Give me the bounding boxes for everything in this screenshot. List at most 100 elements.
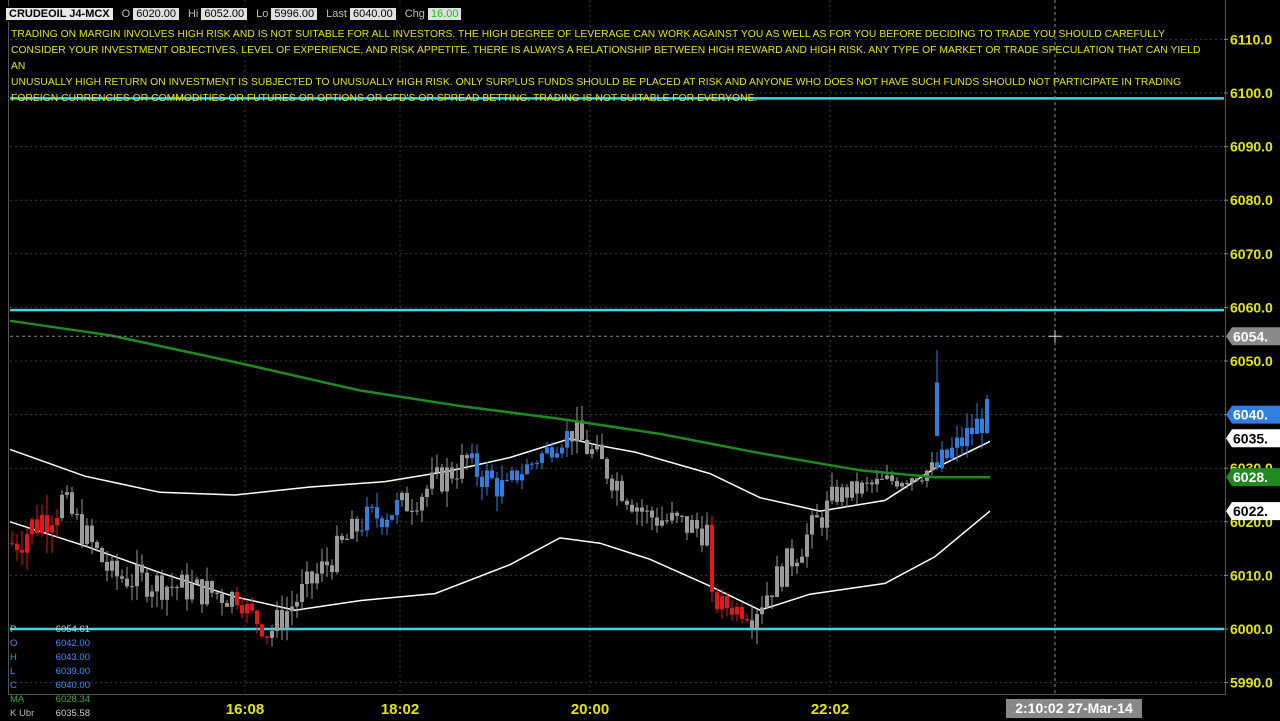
- candle-body: [825, 500, 829, 528]
- candle-body: [390, 515, 394, 520]
- candle-body: [890, 475, 894, 481]
- candle-body: [645, 510, 649, 512]
- candle-body: [570, 431, 574, 442]
- candle-body: [480, 476, 484, 487]
- candle-body: [200, 579, 204, 605]
- candle-body: [435, 467, 439, 473]
- candle-body: [960, 437, 964, 447]
- candle-body: [395, 499, 399, 516]
- candle-body: [315, 573, 319, 584]
- ohlc-row-h: H 6043.00: [10, 651, 90, 665]
- candle-body: [190, 583, 194, 600]
- candle-body: [180, 574, 184, 588]
- candle-body: [335, 535, 339, 572]
- candle-body: [275, 609, 279, 631]
- candle-body: [820, 517, 824, 528]
- candle-body: [455, 478, 459, 480]
- price-axis[interactable]: 5990.06000.06010.06020.06030.06040.06050…: [1224, 31, 1273, 691]
- candle-body: [225, 602, 229, 607]
- candle-body: [705, 524, 709, 546]
- price-tick-label: 6060.0: [1230, 299, 1273, 315]
- candle-body: [230, 591, 234, 607]
- candle-body: [735, 606, 739, 615]
- candle-body: [600, 444, 604, 460]
- candle-body: [320, 561, 324, 574]
- candle-body: [415, 510, 419, 512]
- candle-body: [340, 535, 344, 540]
- candle-body: [930, 462, 934, 471]
- price-tick-label: 6110.0: [1230, 31, 1272, 47]
- candle-body: [945, 449, 949, 459]
- candle-body: [345, 538, 349, 540]
- candle-body: [875, 478, 879, 485]
- candle-body: [810, 515, 814, 535]
- symbol-name[interactable]: CRUDEOIL J4-MCX: [6, 8, 113, 20]
- candle-body: [85, 525, 89, 544]
- candle-body: [365, 506, 369, 531]
- ohlc-row-p: P 6054.61: [10, 623, 90, 637]
- candle-body: [55, 517, 59, 526]
- candle-body: [45, 514, 49, 533]
- candle-body: [870, 482, 874, 485]
- candle-body: [765, 595, 769, 608]
- price-tick-label: 6000.0: [1230, 621, 1273, 637]
- ohlc-value: 6039.00: [55, 666, 90, 677]
- symbol-header[interactable]: CRUDEOIL J4-MCX O 6020.00 Hi 6052.00 Lo …: [6, 6, 462, 22]
- candle-body: [855, 481, 859, 494]
- candle-body: [895, 480, 899, 487]
- moving-average: [9, 319, 990, 479]
- candle-body: [430, 472, 434, 489]
- high-label: Hi: [187, 8, 199, 20]
- price-flag-label: 6028.: [1233, 469, 1268, 485]
- candle-body: [815, 515, 819, 518]
- candle-body: [370, 506, 374, 508]
- ohlc-key: L: [10, 666, 16, 677]
- disclaimer-line: FOREIGN CURRENCIES OR COMMODITIES OR FUT…: [11, 93, 758, 104]
- candle-body: [235, 591, 239, 606]
- candle-body: [545, 447, 549, 454]
- candle-body: [355, 518, 359, 532]
- candle-body: [425, 488, 429, 497]
- candle-body: [575, 420, 579, 442]
- candle-body: [330, 565, 334, 572]
- candle-body: [405, 492, 409, 512]
- ohlc-row-kubr: K Ubr 6035.58: [10, 707, 90, 721]
- candle-body: [510, 470, 514, 480]
- candle-body: [690, 519, 694, 533]
- candle-body: [270, 630, 274, 638]
- price-tick-label: 6050.0: [1230, 353, 1273, 369]
- candle-body: [885, 475, 889, 479]
- candle-body: [675, 512, 679, 516]
- candle-body: [935, 382, 939, 437]
- candle-body: [565, 431, 569, 448]
- candle-body: [95, 542, 99, 548]
- candle-body: [915, 478, 919, 481]
- candle-body: [305, 571, 309, 585]
- candle-body: [185, 574, 189, 600]
- ohlc-key: MA: [10, 694, 25, 705]
- ohlc-key: C: [10, 680, 17, 691]
- candle-body: [290, 606, 294, 612]
- price-chart[interactable]: 5990.06000.06010.06020.06030.06040.06050…: [0, 0, 1280, 720]
- candle-body: [800, 556, 804, 563]
- candle-body: [460, 455, 464, 479]
- price-tick-label: 6090.0: [1230, 139, 1273, 155]
- candle-body: [550, 447, 554, 458]
- candle-body: [410, 510, 414, 512]
- candle-body: [125, 578, 129, 587]
- candle-body: [245, 603, 249, 614]
- last-value: 6040.00: [349, 8, 396, 20]
- candle-body: [905, 483, 909, 485]
- candle-body: [145, 572, 149, 597]
- candle-body: [220, 593, 224, 603]
- candle-body: [685, 516, 689, 533]
- candle-body: [955, 437, 959, 448]
- candle-body: [485, 470, 489, 487]
- time-axis[interactable]: 16:08 18:02 20:00 22:02: [226, 701, 849, 718]
- ohlc-value: 6043.00: [55, 652, 90, 663]
- price-flag-label: 6054.: [1233, 328, 1268, 344]
- plot-bottom-border: [8, 694, 1226, 695]
- candle-body: [620, 480, 624, 501]
- crosshair-cursor-icon: [1049, 330, 1061, 343]
- candle-body: [495, 478, 499, 497]
